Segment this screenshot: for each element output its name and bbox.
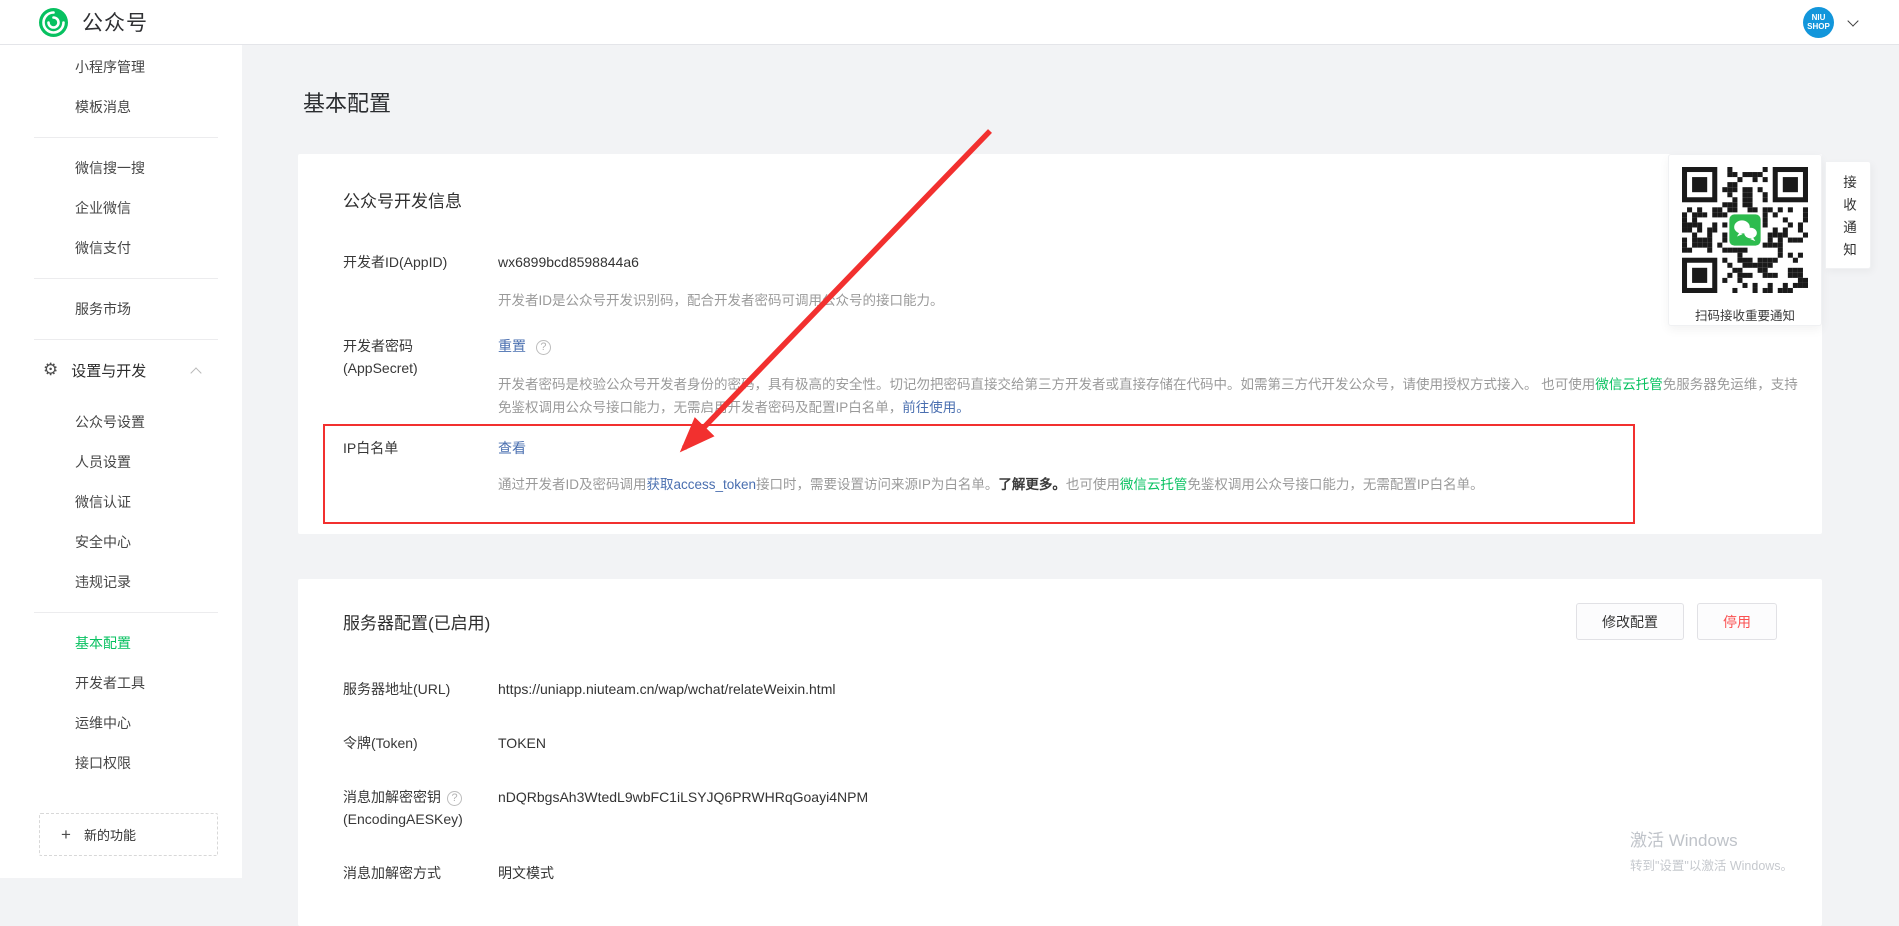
aeskey-row: 消息加解密密钥? (EncodingAESKey) nDQRbgsAh3Wted… — [343, 786, 1777, 830]
aeskey-label: 消息加解密密钥? (EncodingAESKey) — [343, 786, 473, 830]
server-config-card: 服务器配置(已启用) 修改配置 停用 服务器地址(URL) https://un… — [298, 579, 1822, 926]
modify-config-button[interactable]: 修改配置 — [1576, 603, 1684, 640]
sidebar-group-label: 设置与开发 — [71, 360, 146, 381]
account-menu[interactable]: Niu Shop — [1803, 7, 1857, 38]
avatar-text-line1: Niu — [1812, 13, 1826, 22]
dev-info-heading: 公众号开发信息 — [343, 187, 462, 212]
wechat-mp-logo-icon — [38, 7, 69, 38]
appid-label: 开发者ID(AppID) — [343, 251, 473, 312]
page-title: 基本配置 — [303, 89, 1899, 119]
chevron-down-icon — [1847, 15, 1858, 26]
appsecret-row: 开发者密码(AppSecret) 重置 ? 开发者密码是校验公众号开发者身份的密… — [343, 335, 1798, 419]
sidebar-item-wecom[interactable]: 企业微信 — [0, 188, 242, 228]
sidebar-group-settings-dev[interactable]: ⚙ 设置与开发 — [0, 350, 242, 390]
aeskey-label-line1: 消息加解密密钥 — [343, 789, 441, 805]
sidebar-item-violation-records[interactable]: 违规记录 — [0, 562, 242, 602]
main-content: 基本配置 公众号开发信息 开发者ID(AppID) wx6899bcd85988… — [242, 45, 1899, 878]
cloud-hosting-link-2[interactable]: 微信云托管 — [1120, 477, 1188, 492]
ip-whitelist-view-link[interactable]: 查看 — [498, 440, 526, 456]
dev-info-card: 公众号开发信息 开发者ID(AppID) wx6899bcd8598844a6 … — [298, 154, 1822, 534]
ip-whitelist-label: IP白名单 — [343, 437, 473, 496]
avatar[interactable]: Niu Shop — [1803, 7, 1834, 38]
sidebar-divider — [34, 339, 218, 340]
ip-whitelist-desc: 通过开发者ID及密码调用获取access_token接口时，需要设置访问来源IP… — [498, 473, 1798, 496]
qr-code — [1682, 167, 1808, 293]
gear-icon: ⚙ — [43, 360, 58, 380]
ip-desc-text1: 通过开发者ID及密码调用 — [498, 477, 647, 492]
new-feature-button[interactable]: + 新的功能 — [39, 813, 218, 856]
sidebar-item-wechat-search[interactable]: 微信搜一搜 — [0, 148, 242, 188]
server-url-label: 服务器地址(URL) — [343, 678, 473, 700]
brand: 公众号 — [38, 7, 148, 38]
sidebar-item-staff-settings[interactable]: 人员设置 — [0, 442, 242, 482]
learn-more-link[interactable]: 了解更多。 — [998, 477, 1066, 492]
sidebar-item-developer-tools[interactable]: 开发者工具 — [0, 663, 242, 703]
sidebar-item-ops-center[interactable]: 运维中心 — [0, 703, 242, 743]
token-label: 令牌(Token) — [343, 732, 473, 754]
appid-row: 开发者ID(AppID) wx6899bcd8598844a6 开发者ID是公众… — [343, 251, 1798, 312]
plus-icon: + — [61, 825, 71, 845]
sidebar-item-account-settings[interactable]: 公众号设置 — [0, 402, 242, 442]
sidebar-item-wechat-verification[interactable]: 微信认证 — [0, 482, 242, 522]
encrypt-mode-row: 消息加解密方式 明文模式 — [343, 862, 1777, 884]
qr-caption: 扫码接收重要通知 — [1669, 305, 1821, 324]
top-bar: 公众号 Niu Shop — [0, 0, 1899, 45]
receive-notifications-tab[interactable]: 接收通知 — [1825, 161, 1871, 269]
help-icon[interactable]: ? — [536, 340, 551, 355]
ip-desc-text3: 也可使用 — [1066, 477, 1120, 492]
appsecret-reset-link[interactable]: 重置 — [498, 338, 526, 354]
avatar-text-line2: Shop — [1807, 22, 1830, 31]
sidebar-item-service-market[interactable]: 服务市场 — [0, 289, 242, 329]
appid-desc: 开发者ID是公众号开发识别码，配合开发者密码可调用公众号的接口能力。 — [498, 289, 1798, 312]
receive-notifications-label: 接收通知 — [1838, 166, 1858, 265]
appid-value: wx6899bcd8598844a6 — [498, 251, 1798, 273]
sidebar-divider — [34, 137, 218, 138]
sidebar-item-template-message[interactable]: 模板消息 — [0, 87, 242, 127]
sidebar: 小程序管理 模板消息 微信搜一搜 企业微信 微信支付 服务市场 ⚙ 设置与开发 … — [0, 45, 242, 878]
server-url-row: 服务器地址(URL) https://uniapp.niuteam.cn/wap… — [343, 678, 1777, 700]
aeskey-value: nDQRbgsAh3WtedL9wbFC1iLSYJQ6PRWHRqGoayi4… — [498, 786, 868, 830]
sidebar-item-api-permissions[interactable]: 接口权限 — [0, 743, 242, 783]
appsecret-label: 开发者密码(AppSecret) — [343, 335, 473, 419]
aeskey-label-line2: (EncodingAESKey) — [343, 808, 473, 830]
cloud-hosting-link[interactable]: 微信云托管 — [1595, 377, 1663, 392]
disable-button[interactable]: 停用 — [1697, 603, 1777, 640]
ip-whitelist-row: IP白名单 查看 通过开发者ID及密码调用获取access_token接口时，需… — [343, 437, 1798, 496]
token-row: 令牌(Token) TOKEN — [343, 732, 1777, 754]
sidebar-divider — [34, 612, 218, 613]
go-use-link[interactable]: 前往使用。 — [902, 400, 970, 415]
encrypt-mode-value: 明文模式 — [498, 862, 554, 884]
brand-title: 公众号 — [82, 7, 148, 37]
encrypt-mode-label: 消息加解密方式 — [343, 862, 473, 884]
token-value: TOKEN — [498, 732, 546, 754]
sidebar-item-security-center[interactable]: 安全中心 — [0, 522, 242, 562]
help-icon[interactable]: ? — [447, 791, 462, 806]
appsecret-desc: 开发者密码是校验公众号开发者身份的密码，具有极高的安全性。切记勿把密码直接交给第… — [498, 373, 1798, 419]
qr-notification-card: 扫码接收重要通知 — [1668, 154, 1822, 326]
appsecret-desc-text: 开发者密码是校验公众号开发者身份的密码，具有极高的安全性。切记勿把密码直接交给第… — [498, 377, 1595, 392]
ip-desc-text4: 免鉴权调用公众号接口能力，无需配置IP白名单。 — [1187, 477, 1483, 492]
sidebar-item-wechat-pay[interactable]: 微信支付 — [0, 228, 242, 268]
server-url-value: https://uniapp.niuteam.cn/wap/wchat/rela… — [498, 678, 835, 700]
chevron-up-icon — [190, 367, 201, 378]
new-feature-label: 新的功能 — [84, 825, 136, 844]
server-config-heading: 服务器配置(已启用) — [343, 609, 490, 634]
access-token-link[interactable]: 获取access_token — [647, 477, 757, 492]
sidebar-divider — [34, 278, 218, 279]
sidebar-item-miniprogram[interactable]: 小程序管理 — [0, 47, 242, 87]
ip-desc-text2: 接口时，需要设置访问来源IP为白名单。 — [756, 477, 998, 492]
sidebar-item-basic-config[interactable]: 基本配置 — [0, 623, 242, 663]
